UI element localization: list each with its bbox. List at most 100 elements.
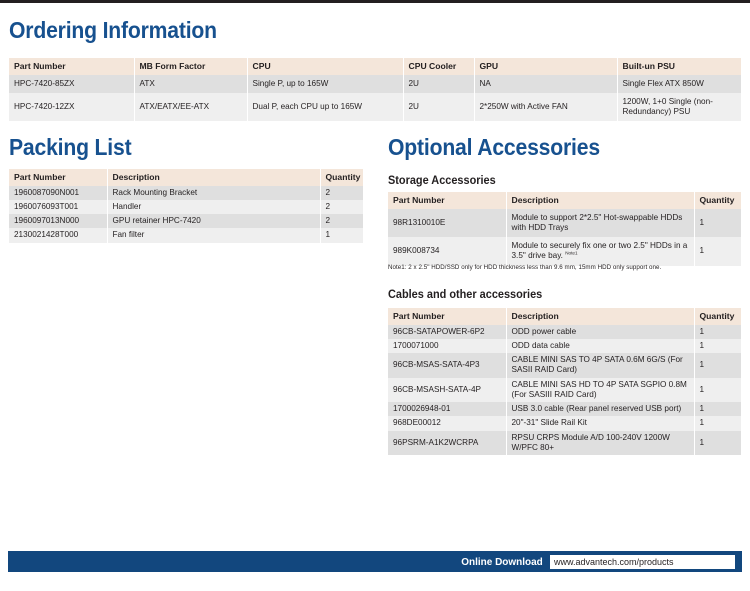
cell-part-number: 2130021428T000 <box>9 228 108 243</box>
table-row: 2130021428T000 Fan filter 1 <box>9 228 363 243</box>
table-row: HPC-7420-12ZX ATX/EATX/EE-ATX Dual P, ea… <box>9 92 741 122</box>
cell-description: Handler <box>107 199 321 215</box>
cell-description: ODD data cable <box>506 338 695 354</box>
cell-quantity: 1 <box>694 402 741 417</box>
cell-description: CABLE MINI SAS TO 4P SATA 0.6M 6G/S (For… <box>506 353 695 378</box>
cell-quantity: 1 <box>694 353 741 378</box>
column-header-part-number: Part Number <box>388 192 507 209</box>
column-header-description: Description <box>506 192 695 209</box>
cell-description: RPSU CRPS Module A/D 100-240V 1200W W/PF… <box>506 430 695 456</box>
cell-part-number: 989K008734 <box>388 237 507 266</box>
cell-part-number: 96PSRM-A1K2WCRPA <box>388 430 507 456</box>
cell-description: GPU retainer HPC-7420 <box>107 214 321 229</box>
column-header-cpu: CPU <box>247 58 404 75</box>
column-header-cpu-cooler: CPU Cooler <box>403 58 475 75</box>
table-row: 1960076093T001 Handler 2 <box>9 199 363 215</box>
cell-description: Module to support 2*2.5" Hot-swappable H… <box>506 208 695 238</box>
table-header-row: Part Number Description Quantity <box>9 169 363 186</box>
column-header-built-un-psu: Built-un PSU <box>617 58 741 75</box>
cell-description: Rack Mounting Bracket <box>107 185 321 200</box>
online-download-url-box[interactable]: www.advantech.com/products <box>550 554 735 569</box>
cell-description: ODD power cable <box>506 324 695 339</box>
online-download-group: Online Download www.advantech.com/produc… <box>459 551 735 572</box>
ordering-information-title: Ordering Information <box>9 17 217 43</box>
column-header-part-number: Part Number <box>9 58 135 75</box>
cell-part-number: 1700026948-01 <box>388 402 507 417</box>
note-reference: Note1 <box>565 250 578 256</box>
cell-cpu-cooler: 2U <box>403 74 475 93</box>
cell-description: USB 3.0 cable (Rear panel reserved USB p… <box>506 402 695 417</box>
table-row: 989K008734 Module to securely fix one or… <box>388 237 741 266</box>
ordering-information-table-wrap: Part Number MB Form Factor CPU CPU Coole… <box>9 58 741 122</box>
cell-part-number: 96CB-MSAS-SATA-4P3 <box>388 353 507 378</box>
table-header-row: Part Number Description Quantity <box>388 308 741 325</box>
cell-gpu: 2*250W with Active FAN <box>474 92 618 122</box>
table-row: 968DE00012 20"-31" Slide Rail Kit 1 <box>388 416 741 431</box>
cell-quantity: 1 <box>694 324 741 339</box>
optional-accessories-title: Optional Accessories <box>388 134 600 160</box>
table-row: 96PSRM-A1K2WCRPA RPSU CRPS Module A/D 10… <box>388 430 741 456</box>
cell-description: CABLE MINI SAS HD TO 4P SATA SGPIO 0.8M … <box>506 377 695 403</box>
online-download-label: Online Download <box>461 555 543 568</box>
ordering-information-table: Part Number MB Form Factor CPU CPU Coole… <box>9 58 741 122</box>
cell-quantity: 2 <box>320 214 363 229</box>
table-header-row: Part Number MB Form Factor CPU CPU Coole… <box>9 58 741 75</box>
cell-psu: Single Flex ATX 850W <box>617 74 741 93</box>
column-header-gpu: GPU <box>474 58 618 75</box>
storage-accessories-footnote: Note1: 2 x 2.5" HDD/SSD only for HDD thi… <box>388 264 662 271</box>
cell-quantity: 1 <box>320 228 363 243</box>
cell-cpu-cooler: 2U <box>403 92 475 122</box>
column-header-quantity: Quantity <box>694 308 741 325</box>
online-download-url[interactable]: www.advantech.com/products <box>554 557 674 567</box>
storage-accessories-table: Part Number Description Quantity 98R1310… <box>388 192 741 266</box>
packing-list-table: Part Number Description Quantity 1960087… <box>9 169 363 243</box>
column-header-quantity: Quantity <box>320 169 363 186</box>
cell-psu: 1200W, 1+0 Single (non-Redundancy) PSU <box>617 92 741 122</box>
column-header-part-number: Part Number <box>9 169 108 186</box>
cables-accessories-subtitle: Cables and other accessories <box>388 289 543 301</box>
column-header-mb-form-factor: MB Form Factor <box>134 58 248 75</box>
cell-part-number: 96CB-SATAPOWER-6P2 <box>388 324 507 339</box>
cell-gpu: NA <box>474 74 618 93</box>
cell-mb-form-factor: ATX <box>134 74 248 93</box>
table-row: 96CB-MSAS-SATA-4P3 CABLE MINI SAS TO 4P … <box>388 353 741 378</box>
cell-description: Module to securely fix one or two 2.5" H… <box>506 237 695 266</box>
cables-accessories-table-wrap: Part Number Description Quantity 96CB-SA… <box>388 308 741 456</box>
packing-list-table-wrap: Part Number Description Quantity 1960087… <box>9 169 363 243</box>
cell-quantity: 1 <box>694 377 741 403</box>
column-header-description: Description <box>107 169 321 186</box>
cell-part-number: 1700071000 <box>388 338 507 354</box>
table-row: 98R1310010E Module to support 2*2.5" Hot… <box>388 208 741 238</box>
footer-bar: Online Download www.advantech.com/produc… <box>8 551 742 572</box>
table-row: 1960097013N000 GPU retainer HPC-7420 2 <box>9 214 363 229</box>
cell-quantity: 2 <box>320 185 363 200</box>
cell-part-number: HPC-7420-12ZX <box>9 92 135 122</box>
table-row: 1700071000 ODD data cable 1 <box>388 338 741 354</box>
table-row: 96CB-SATAPOWER-6P2 ODD power cable 1 <box>388 324 741 339</box>
cell-quantity: 1 <box>694 430 741 456</box>
cell-description-text: Module to support 2*2.5" Hot-swappable H… <box>511 212 683 232</box>
cell-part-number: HPC-7420-85ZX <box>9 74 135 93</box>
cell-quantity: 1 <box>694 208 741 238</box>
column-header-description: Description <box>506 308 695 325</box>
column-header-part-number: Part Number <box>388 308 507 325</box>
cell-cpu: Dual P, each CPU up to 165W <box>247 92 404 122</box>
cell-description: Fan filter <box>107 228 321 243</box>
table-header-row: Part Number Description Quantity <box>388 192 741 209</box>
cell-quantity: 1 <box>694 416 741 431</box>
cell-part-number: 1960087090N001 <box>9 185 108 200</box>
storage-accessories-table-wrap: Part Number Description Quantity 98R1310… <box>388 192 741 266</box>
cell-part-number: 1960076093T001 <box>9 199 108 215</box>
cell-description: 20"-31" Slide Rail Kit <box>506 416 695 431</box>
table-row: HPC-7420-85ZX ATX Single P, up to 165W 2… <box>9 74 741 93</box>
column-header-quantity: Quantity <box>694 192 741 209</box>
cell-part-number: 1960097013N000 <box>9 214 108 229</box>
cell-cpu: Single P, up to 165W <box>247 74 404 93</box>
cell-mb-form-factor: ATX/EATX/EE-ATX <box>134 92 248 122</box>
cell-quantity: 1 <box>694 237 741 266</box>
cell-quantity: 2 <box>320 199 363 215</box>
table-row: 96CB-MSASH-SATA-4P CABLE MINI SAS HD TO … <box>388 377 741 403</box>
cell-part-number: 98R1310010E <box>388 208 507 238</box>
cell-part-number: 96CB-MSASH-SATA-4P <box>388 377 507 403</box>
packing-list-title: Packing List <box>9 134 132 160</box>
